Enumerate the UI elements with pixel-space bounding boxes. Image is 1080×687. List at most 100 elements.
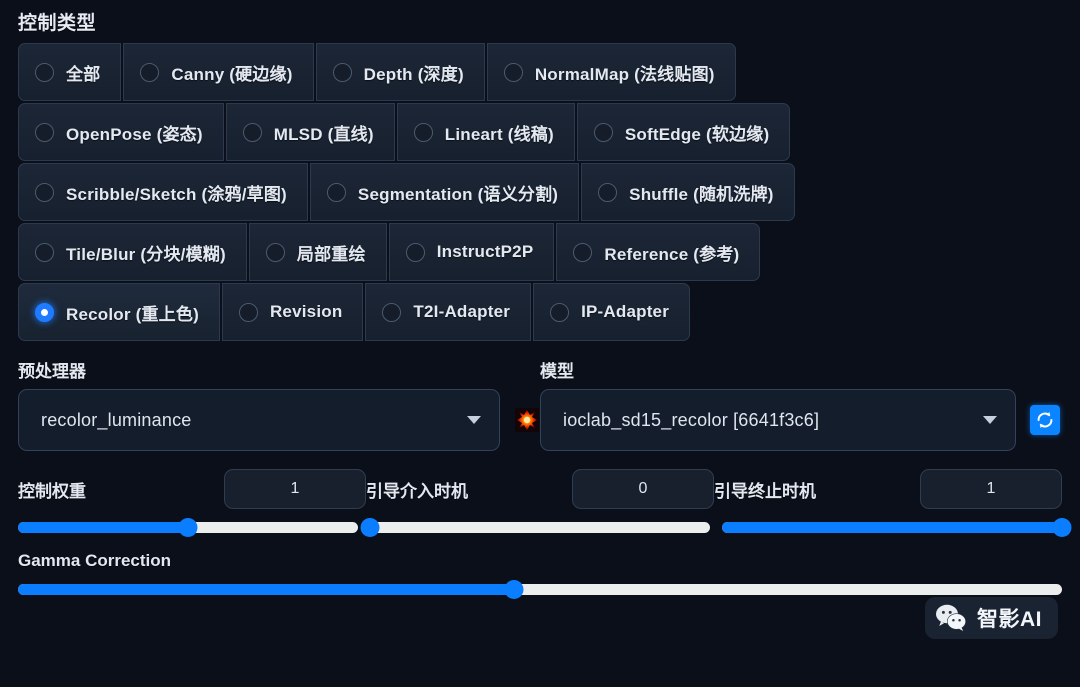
control-type-option-label: Scribble/Sketch (涂鸦/草图): [66, 184, 287, 204]
model-column: 模型 ioclab_sd15_recolor [6641f3c6]: [540, 357, 1060, 451]
control-type-option-label: IP-Adapter: [581, 302, 670, 321]
control-type-option-label: Segmentation (语义分割): [357, 184, 559, 204]
slider-value-input[interactable]: 1: [920, 469, 1062, 509]
control-type-option[interactable]: SoftEdge (软边缘): [576, 103, 791, 161]
chevron-down-icon: [983, 416, 997, 424]
gamma-track-row: [18, 579, 1062, 599]
control-type-option-label: Depth (深度): [363, 64, 464, 84]
radio-icon[interactable]: [238, 302, 258, 322]
control-type-option-label: InstructP2P: [436, 242, 534, 261]
radio-icon[interactable]: [332, 62, 352, 82]
control-type-option[interactable]: Recolor (重上色): [18, 283, 220, 341]
radio-icon[interactable]: [413, 122, 433, 142]
radio-icon[interactable]: [35, 182, 54, 202]
slider-labels-row: 控制权重 1 引导介入时机 0 引导终止时机 1: [18, 469, 1062, 509]
gamma-slider-fill: [18, 583, 514, 595]
control-type-row: Scribble/Sketch (涂鸦/草图) Segmentation (语义分…: [18, 163, 1062, 221]
preprocessor-label: 预处理器: [18, 362, 86, 381]
slider-fill: [18, 521, 188, 533]
control-type-option-label: Lineart (线稿): [444, 124, 554, 144]
slider[interactable]: [722, 517, 1072, 537]
radio-icon[interactable]: [405, 242, 425, 262]
slider-label: 控制权重: [18, 481, 86, 501]
control-type-option[interactable]: Depth (深度): [315, 43, 485, 101]
radio-icon[interactable]: [140, 62, 160, 82]
radio-icon[interactable]: [598, 182, 618, 202]
radio-icon[interactable]: [550, 302, 570, 322]
slider-label: 引导终止时机: [714, 481, 816, 501]
page-title: 控制类型: [18, 13, 97, 34]
preprocessor-column: 预处理器 recolor_luminance: [18, 357, 540, 451]
radio-icon[interactable]: [265, 242, 285, 262]
control-type-option[interactable]: Lineart (线稿): [396, 103, 575, 161]
radio-icon[interactable]: [573, 242, 593, 262]
control-type-option[interactable]: 局部重绘: [248, 223, 387, 281]
slider-thumb[interactable]: [1052, 517, 1072, 537]
slider-header: 控制权重 1: [18, 469, 366, 509]
model-select[interactable]: ioclab_sd15_recolor [6641f3c6]: [540, 389, 1016, 451]
control-type-option[interactable]: OpenPose (姿态): [18, 103, 224, 161]
control-type-radio-group: 全部 Canny (硬边缘) Depth (深度) NormalMap (法线贴图) O…: [18, 43, 1062, 341]
gamma-slider[interactable]: [18, 579, 1062, 599]
radio-icon[interactable]: [35, 62, 54, 82]
control-type-row: Tile/Blur (分块/模糊) 局部重绘 InstructP2P Referenc…: [18, 223, 1062, 281]
control-type-option[interactable]: 全部: [18, 43, 122, 101]
control-type-option[interactable]: Segmentation (语义分割): [309, 163, 580, 221]
radio-icon[interactable]: [35, 302, 54, 322]
slider-track[interactable]: [370, 521, 710, 533]
control-type-row: OpenPose (姿态) MLSD (直线) Lineart (线稿) SoftEd…: [18, 103, 1062, 161]
control-type-option-label: Reference (参考): [604, 244, 740, 264]
control-type-option[interactable]: T2I-Adapter: [365, 283, 532, 341]
preprocessor-select[interactable]: recolor_luminance: [18, 389, 500, 451]
control-type-option[interactable]: MLSD (直线): [225, 103, 395, 161]
control-type-option[interactable]: Canny (硬边缘): [123, 43, 314, 101]
radio-icon[interactable]: [35, 242, 54, 262]
burst-icon[interactable]: [514, 407, 540, 433]
slider-thumb[interactable]: [360, 517, 380, 537]
control-type-option[interactable]: Shuffle (随机洗牌): [581, 163, 795, 221]
control-type-option[interactable]: Revision: [221, 283, 364, 341]
watermark-text: 智影AI: [977, 608, 1042, 631]
gamma-section: Gamma Correction: [18, 551, 1062, 599]
control-type-option[interactable]: Tile/Blur (分块/模糊): [18, 223, 247, 281]
model-label: 模型: [540, 362, 574, 381]
slider[interactable]: [360, 517, 710, 537]
slider-header: 引导终止时机 1: [714, 469, 1062, 509]
control-type-option-label: NormalMap (法线贴图): [534, 64, 715, 84]
control-type-option-label: Revision: [269, 302, 343, 321]
model-line: ioclab_sd15_recolor [6641f3c6]: [540, 389, 1060, 451]
control-type-option-label: 全部: [66, 64, 101, 84]
slider-label: 引导介入时机: [366, 481, 468, 501]
slider-header: 引导介入时机 0: [366, 469, 714, 509]
preprocessor-line: recolor_luminance: [18, 389, 540, 451]
slider-value-input[interactable]: 1: [224, 469, 366, 509]
radio-icon[interactable]: [326, 182, 346, 202]
gamma-label: Gamma Correction: [18, 551, 172, 570]
control-type-option[interactable]: IP-Adapter: [533, 283, 691, 341]
slider-thumb[interactable]: [178, 517, 198, 537]
slider-value-input[interactable]: 0: [572, 469, 714, 509]
preprocessor-model-row: 预处理器 recolor_luminance 模型 ioclab_sd15_re…: [18, 357, 1062, 451]
radio-icon[interactable]: [35, 122, 54, 142]
refresh-models-button[interactable]: [1030, 405, 1060, 435]
radio-icon[interactable]: [242, 122, 262, 142]
radio-icon[interactable]: [382, 302, 402, 322]
gamma-slider-thumb[interactable]: [504, 579, 524, 599]
chevron-down-icon: [467, 416, 481, 424]
controlnet-panel: 控制类型 全部 Canny (硬边缘) Depth (深度) NormalMap (法…: [0, 0, 1080, 687]
control-type-option-label: MLSD (直线): [273, 124, 374, 144]
control-type-row: Recolor (重上色) Revision T2I-Adapter IP-Adapt…: [18, 283, 1062, 341]
radio-icon[interactable]: [593, 122, 613, 142]
control-type-option[interactable]: InstructP2P: [388, 223, 555, 281]
control-type-option[interactable]: Reference (参考): [556, 223, 761, 281]
slider[interactable]: [18, 517, 358, 537]
control-type-option[interactable]: Scribble/Sketch (涂鸦/草图): [18, 163, 308, 221]
slider-fill: [722, 521, 1062, 533]
control-type-option-label: Shuffle (随机洗牌): [629, 184, 774, 204]
radio-icon[interactable]: [503, 62, 523, 82]
control-type-option-label: Canny (硬边缘): [171, 64, 293, 84]
control-type-option[interactable]: NormalMap (法线贴图): [486, 43, 736, 101]
watermark: 智影AI: [925, 597, 1058, 639]
control-type-option-label: OpenPose (姿态): [66, 124, 203, 144]
control-type-option-label: SoftEdge (软边缘): [624, 124, 770, 144]
